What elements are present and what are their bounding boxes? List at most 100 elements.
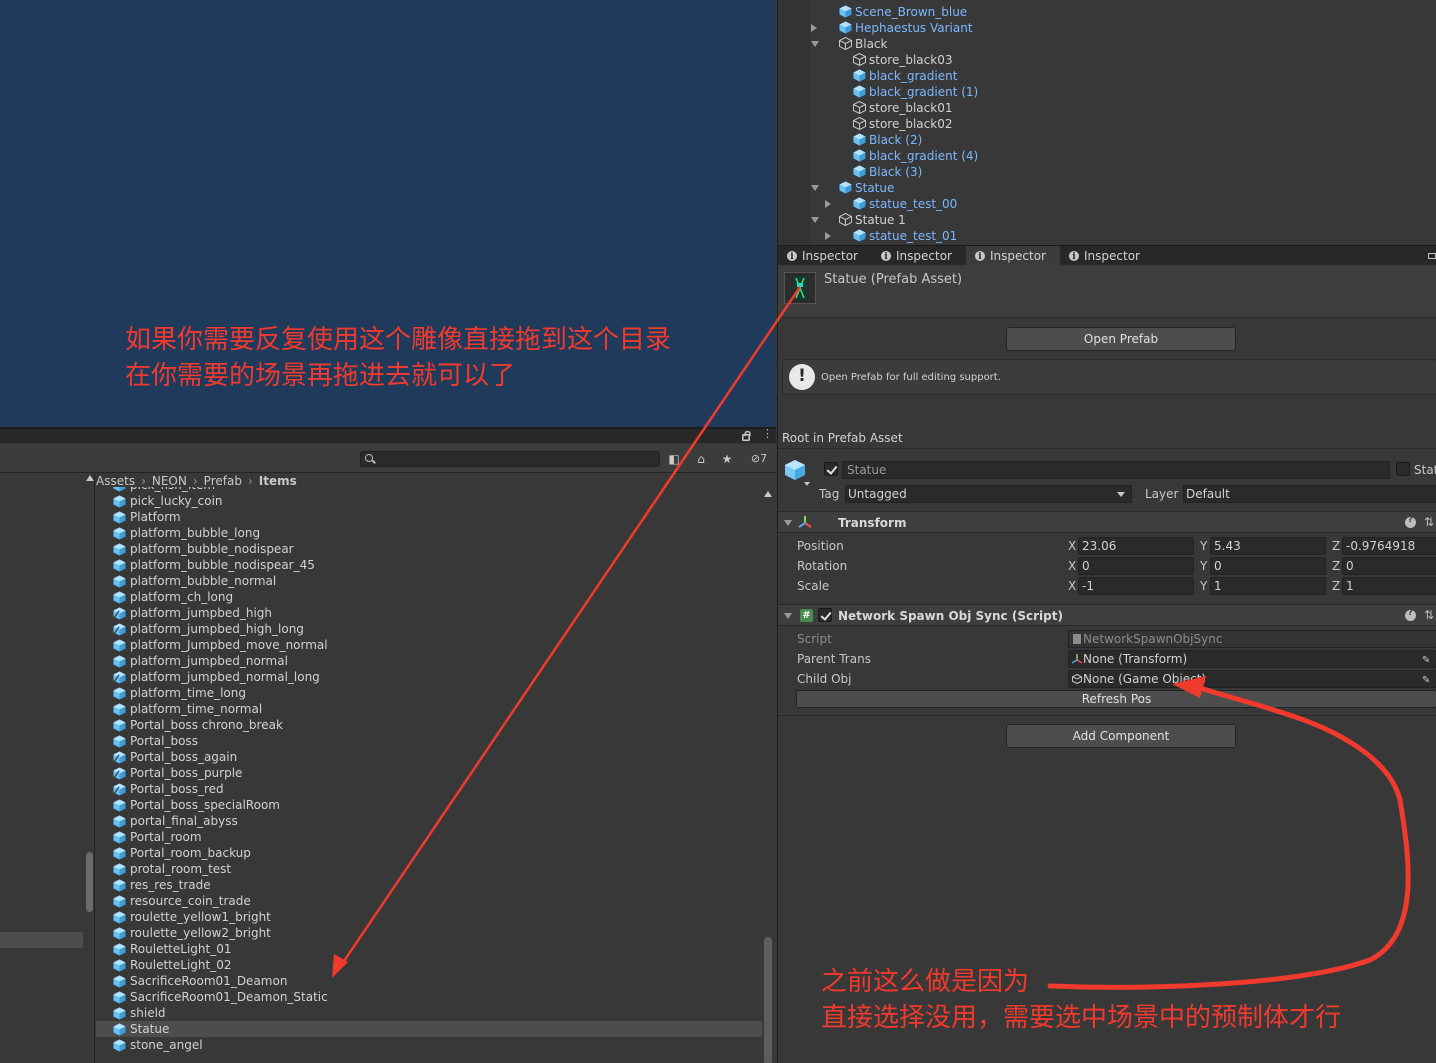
add-component-button[interactable]: Add Component [1006, 724, 1236, 748]
lock-icon[interactable] [1428, 253, 1436, 259]
favorite-star-icon[interactable]: ★ [716, 449, 738, 469]
asset-list-item[interactable]: platform_jumpbed_high [96, 605, 762, 621]
fold-arrow-icon[interactable] [784, 520, 792, 526]
asset-list-item[interactable]: portal_final_abyss [96, 813, 762, 829]
asset-list-item[interactable]: pick_lucky_coin [96, 493, 762, 509]
breadcrumb-prefab[interactable]: Prefab [204, 474, 242, 488]
asset-list-item[interactable]: platform_bubble_long [96, 525, 762, 541]
parent-trans-field[interactable]: None (Transform) ✎ [1068, 650, 1436, 668]
help-icon[interactable] [1405, 515, 1416, 528]
tab-inspector-2[interactable]: Inspector [872, 246, 966, 267]
asset-list-item[interactable]: platform_Jumpbed_move_normal [96, 637, 762, 653]
hierarchy-item[interactable]: Scene_Brown_blue [778, 4, 1436, 20]
asset-list-item[interactable]: platform_bubble_normal [96, 573, 762, 589]
hierarchy-item[interactable]: black_gradient (1) [778, 84, 1436, 100]
folder-tree-selected-row[interactable] [0, 932, 83, 948]
fold-arrow-icon[interactable] [784, 613, 792, 619]
object-picker-icon[interactable]: ✎ [1422, 653, 1434, 666]
static-checkbox[interactable] [1396, 462, 1410, 476]
open-prefab-button[interactable]: Open Prefab [1006, 327, 1236, 351]
active-checkbox[interactable] [824, 462, 838, 476]
hierarchy-item[interactable]: Statue 1 [778, 212, 1436, 228]
expand-arrow-down-icon[interactable] [811, 217, 819, 223]
position-z-field[interactable]: -0.9764918 [1342, 537, 1436, 555]
hierarchy-item[interactable]: Black (2) [778, 132, 1436, 148]
lock-icon[interactable] [742, 430, 751, 442]
hidden-packages-toggle[interactable]: ⊘7 [742, 449, 776, 469]
hierarchy-item[interactable]: store_black02 [778, 116, 1436, 132]
object-picker-icon[interactable]: ✎ [1422, 673, 1434, 686]
script-component-header[interactable]: # Network Spawn Obj Sync (Script) ⇅ [778, 604, 1436, 626]
asset-list-item[interactable]: res_res_trade [96, 877, 762, 893]
folder-tree[interactable] [0, 474, 95, 1063]
hierarchy-item[interactable]: statue_test_01 [778, 228, 1436, 244]
asset-list-item[interactable]: platform_bubble_nodispear_45 [96, 557, 762, 573]
hierarchy-item[interactable]: Statue [778, 180, 1436, 196]
rotation-x-field[interactable]: 0 [1078, 557, 1194, 575]
asset-list-item[interactable]: Portal_room [96, 829, 762, 845]
asset-list-item[interactable]: Portal_boss_specialRoom [96, 797, 762, 813]
asset-list-item[interactable]: SacrificeRoom01_Deamon [96, 973, 762, 989]
folder-tree-scrollbar[interactable] [86, 852, 93, 912]
search-input[interactable] [360, 451, 660, 467]
rotation-y-field[interactable]: 0 [1210, 557, 1326, 575]
tab-inspector-4[interactable]: Inspector [1060, 246, 1154, 267]
tag-dropdown[interactable]: Untagged [845, 485, 1132, 503]
asset-list-item[interactable]: stone_angel [96, 1037, 762, 1053]
asset-list-item[interactable]: platform_jumpbed_high_long [96, 621, 762, 637]
help-icon[interactable] [1405, 608, 1416, 621]
asset-list-item[interactable]: platform_time_long [96, 685, 762, 701]
tab-inspector-1[interactable]: Inspector [778, 246, 872, 267]
position-y-field[interactable]: 5.43 [1210, 537, 1326, 555]
menu-dots-icon[interactable]: ⋮ [762, 428, 773, 443]
asset-list-item[interactable]: platform_jumpbed_normal_long [96, 669, 762, 685]
asset-list-item[interactable]: Portal_boss [96, 733, 762, 749]
hierarchy-item[interactable]: statue_test_00 [778, 196, 1436, 212]
hierarchy-item[interactable]: Black [778, 36, 1436, 52]
asset-list-item[interactable]: platform_ch_long [96, 589, 762, 605]
breadcrumb-neon[interactable]: NEON [152, 474, 187, 488]
asset-list-item[interactable]: Statue [96, 1021, 762, 1037]
expand-arrow-right-icon[interactable] [825, 200, 831, 208]
asset-list-item[interactable]: Portal_room_backup [96, 845, 762, 861]
hierarchy-item[interactable]: black_gradient (4) [778, 148, 1436, 164]
asset-list-item[interactable]: Portal_boss_purple [96, 765, 762, 781]
position-x-field[interactable]: 23.06 [1078, 537, 1194, 555]
transform-header[interactable]: Transform ⇅ [778, 511, 1436, 533]
asset-list-item[interactable]: Platform [96, 509, 762, 525]
hierarchy-item[interactable]: Black (3) [778, 164, 1436, 180]
settings-icon[interactable]: ⇅ [1424, 608, 1434, 622]
asset-list-item[interactable]: platform_jumpbed_normal [96, 653, 762, 669]
scale-z-field[interactable]: 1 [1342, 577, 1436, 595]
settings-icon[interactable]: ⇅ [1424, 515, 1434, 529]
layer-dropdown[interactable]: Default [1183, 485, 1436, 503]
scale-x-field[interactable]: -1 [1078, 577, 1194, 595]
rotation-z-field[interactable]: 0 [1342, 557, 1436, 575]
breadcrumb-assets[interactable]: Assets [96, 474, 135, 488]
component-enabled-checkbox[interactable] [818, 608, 832, 622]
scroll-up-icon[interactable] [86, 475, 94, 481]
chevron-down-icon[interactable] [804, 482, 810, 486]
hierarchy-item[interactable]: store_black01 [778, 100, 1436, 116]
asset-list-item[interactable]: platform_time_normal [96, 701, 762, 717]
expand-arrow-down-icon[interactable] [811, 185, 819, 191]
asset-list-item[interactable]: resource_coin_trade [96, 893, 762, 909]
asset-list-item[interactable]: RouletteLight_02 [96, 957, 762, 973]
hierarchy-item[interactable]: store_black03 [778, 52, 1436, 68]
asset-list-item[interactable]: RouletteLight_01 [96, 941, 762, 957]
asset-list-item[interactable]: SacrificeRoom01_Deamon_Static [96, 989, 762, 1005]
asset-list-item[interactable]: shield [96, 1005, 762, 1021]
asset-list-item[interactable]: protal_room_test [96, 861, 762, 877]
hierarchy-item[interactable]: black_gradient [778, 68, 1436, 84]
asset-list-item[interactable]: Portal_boss chrono_break [96, 717, 762, 733]
asset-list-item[interactable]: Portal_boss_again [96, 749, 762, 765]
asset-list-item[interactable]: platform_bubble_nodispear [96, 541, 762, 557]
scale-y-field[interactable]: 1 [1210, 577, 1326, 595]
tab-inspector-3[interactable]: Inspector [966, 246, 1060, 267]
asset-list-item[interactable]: Portal_boss_red [96, 781, 762, 797]
expand-arrow-right-icon[interactable] [825, 232, 831, 240]
hierarchy-item[interactable]: Hephaestus Variant [778, 20, 1436, 36]
asset-list-scrollbar[interactable] [764, 937, 772, 1063]
asset-list-item[interactable]: roulette_yellow1_bright [96, 909, 762, 925]
expand-arrow-down-icon[interactable] [811, 41, 819, 47]
